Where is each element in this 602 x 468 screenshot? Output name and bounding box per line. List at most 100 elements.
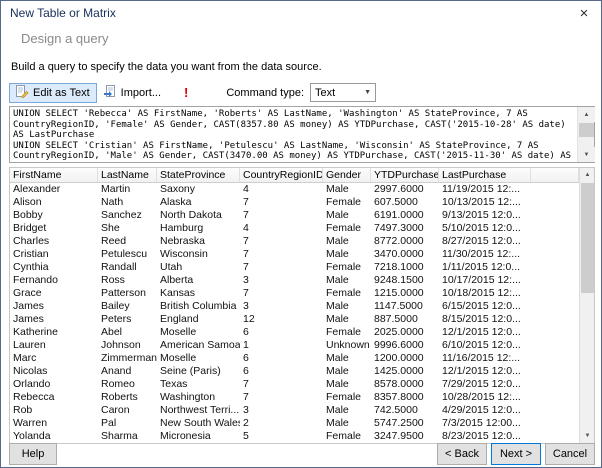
column-header[interactable]: CountryRegionID	[240, 168, 323, 182]
table-row: Bobby Sanchez North Dakota 7 Male 6191.0000 9/…	[10, 209, 579, 222]
window-title: New Table or Matrix	[10, 6, 116, 20]
grid-cell: Caron	[101, 404, 130, 416]
grid-cell: Male	[326, 274, 349, 286]
grid-cell: Cynthia	[13, 261, 49, 273]
table-row: Cristian Petulescu Wisconsin 7 Male 3470.0000…	[10, 248, 579, 261]
grid-cell: Hamburg	[160, 222, 204, 234]
query-results-grid: FirstName LastName StateProvince CountryReg…	[9, 167, 595, 444]
grid-cell: England	[160, 313, 199, 325]
grid-cell: 4/29/2015 12:0...	[442, 404, 521, 416]
grid-cell: 3470.0000	[374, 248, 424, 260]
grid-cell: Bailey	[101, 300, 130, 312]
grid-cell: Johnson	[101, 339, 141, 351]
grid-cell: Wisconsin	[160, 248, 208, 260]
scrollbar-thumb[interactable]	[579, 123, 594, 137]
grid-cell: Unknown	[326, 339, 370, 351]
grid-cell: Alberta	[160, 274, 194, 286]
column-header[interactable]: YTDPurchase	[371, 168, 439, 182]
query-text: UNION SELECT 'Rebecca' AS FirstName, 'Ro…	[13, 109, 572, 160]
grid-cell: 8/23/2015 12:0...	[442, 430, 521, 442]
grid-cell: Sanchez	[101, 209, 142, 221]
grid-inner: FirstName LastName StateProvince CountryReg…	[10, 168, 579, 443]
grid-cell: Female	[326, 326, 362, 338]
query-text-editor[interactable]: UNION SELECT 'Rebecca' AS FirstName, 'Ro…	[9, 106, 595, 163]
grid-cell: 11/16/2015 12:...	[442, 352, 521, 364]
grid-cell: 12/1/2015 12:0...	[442, 365, 521, 377]
grid-cell: Female	[326, 261, 362, 273]
grid-cell: Lauren	[13, 339, 46, 351]
scroll-up-icon[interactable]: ▲	[578, 107, 595, 122]
grid-scrollbar[interactable]: ▲ ▼	[579, 168, 594, 443]
grid-cell: 7	[243, 261, 249, 273]
table-row: Fernando Ross Alberta 3 Male 9248.1500 10/17/2…	[10, 274, 579, 287]
column-header[interactable]: FirstName	[10, 168, 98, 182]
grid-cell: Male	[326, 209, 349, 221]
back-button[interactable]: < Back	[437, 443, 487, 465]
edit-as-text-button[interactable]: Edit as Text	[9, 82, 97, 103]
grid-cell: 4	[243, 222, 249, 234]
grid-cell: Martin	[101, 183, 131, 195]
help-button[interactable]: Help	[9, 443, 57, 465]
grid-cell: Grace	[13, 287, 42, 299]
grid-cell: 7497.3000	[374, 222, 424, 234]
grid-cell: Male	[326, 248, 349, 260]
query-scrollbar[interactable]: ▲ ▼	[577, 107, 595, 162]
grid-cell: 1200.0000	[374, 352, 424, 364]
grid-cell: Pal	[101, 417, 117, 429]
grid-cell: 3247.9500	[374, 430, 424, 442]
scroll-down-icon[interactable]: ▼	[578, 147, 595, 162]
grid-cell: Moselle	[160, 352, 197, 364]
grid-cell: 11/19/2015 12:...	[442, 183, 521, 195]
table-row: Rob Caron Northwest Terri... 3 Male 742.5000 4…	[10, 404, 579, 417]
grid-cell: Male	[326, 404, 349, 416]
cancel-button[interactable]: Cancel	[545, 443, 595, 465]
grid-cell: 9248.1500	[374, 274, 424, 286]
grid-cell: Nath	[101, 196, 124, 208]
grid-header-row: FirstName LastName StateProvince CountryReg…	[10, 168, 579, 183]
grid-body: Alexander Martin Saxony 4 Male 2997.6000 11/19…	[10, 183, 579, 443]
grid-cell: Texas	[160, 378, 188, 390]
grid-cell: Fernando	[13, 274, 58, 286]
grid-cell: 607.5000	[374, 196, 418, 208]
grid-cell: Male	[326, 417, 349, 429]
next-button[interactable]: Next >	[491, 443, 541, 465]
grid-cell: 7	[243, 287, 249, 299]
table-row: Yolanda Sharma Micronesia 5 Female 3247.9500 8…	[10, 430, 579, 443]
table-row: Rebecca Roberts Washington 7 Female 8357.8000…	[10, 391, 579, 404]
grid-cell: 7	[243, 196, 249, 208]
grid-cell: Zimmerman	[101, 352, 157, 364]
column-header[interactable]: LastPurchase	[439, 168, 531, 182]
grid-cell: Male	[326, 378, 349, 390]
table-row: Katherine Abel Moselle 6 Female 2025.0000 12/1…	[10, 326, 579, 339]
grid-cell: 7	[243, 209, 249, 221]
column-header[interactable]: LastName	[98, 168, 157, 182]
run-query-icon[interactable]: !	[176, 85, 196, 100]
grid-cell: Romeo	[101, 378, 135, 390]
grid-cell: James	[13, 313, 44, 325]
grid-cell: Alexander	[13, 183, 61, 195]
grid-cell: Moselle	[160, 326, 197, 338]
grid-cell: 10/17/2015 12:...	[442, 274, 521, 286]
grid-cell: 6/15/2015 12:0...	[442, 300, 521, 312]
import-button[interactable]: Import...	[97, 83, 168, 103]
grid-cell: Female	[326, 196, 362, 208]
column-header[interactable]: StateProvince	[157, 168, 240, 182]
grid-cell: 1/11/2015 12:0...	[442, 261, 521, 273]
scroll-up-icon[interactable]: ▲	[580, 168, 594, 182]
grid-cell: Reed	[101, 235, 127, 247]
scrollbar-thumb[interactable]	[581, 183, 594, 293]
edit-as-text-label: Edit as Text	[33, 86, 90, 99]
column-header[interactable]: Gender	[323, 168, 371, 182]
grid-cell: Yolanda	[13, 430, 51, 442]
close-icon[interactable]: ×	[567, 1, 601, 25]
grid-cell: Bobby	[13, 209, 43, 221]
grid-cell: Utah	[160, 261, 183, 273]
table-row: Warren Pal New South Wales 2 Male 5747.2500 7/…	[10, 417, 579, 430]
grid-cell: 6	[243, 352, 249, 364]
scroll-down-icon[interactable]: ▼	[580, 429, 594, 443]
grid-cell: 5	[243, 430, 249, 442]
command-type-select[interactable]: Text ▼	[310, 83, 377, 102]
grid-cell: Female	[326, 287, 362, 299]
grid-cell: Male	[326, 235, 349, 247]
grid-cell: 1147.5000	[374, 300, 423, 312]
